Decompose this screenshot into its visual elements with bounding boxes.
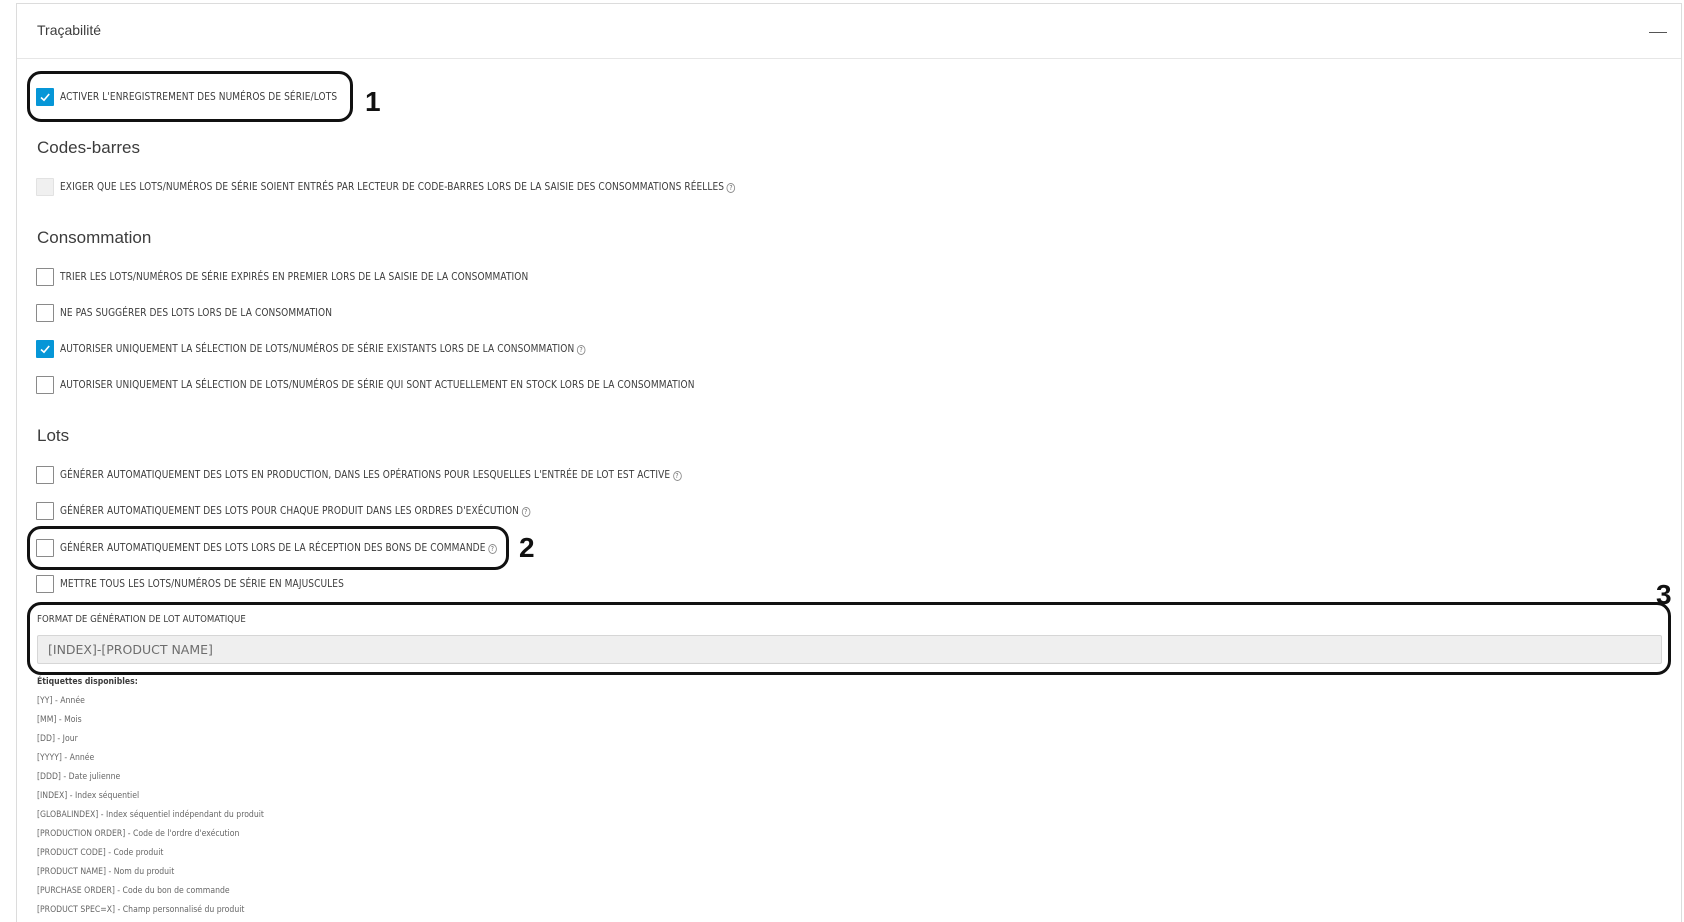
only-in-stock-checkbox[interactable]: [36, 376, 54, 394]
tags-title: Étiquettes disponibles:: [37, 677, 138, 687]
section-title-consumption: Consommation: [37, 228, 152, 247]
tag-item: [INDEX] - Index séquentiel: [37, 791, 140, 801]
traceability-panel: Traçabilité: [16, 3, 1682, 922]
check-icon: [40, 93, 50, 102]
tag-item: [DD] - Jour: [37, 734, 78, 744]
auto-per-product-row[interactable]: GÉNÉRER AUTOMATIQUEMENT DES LOTS POUR CH…: [36, 502, 607, 520]
tag-item: [PRODUCTION ORDER] - Code de l'ordre d'e…: [37, 829, 240, 839]
callout-number-1: 1: [365, 86, 381, 117]
sort-expired-checkbox[interactable]: [36, 268, 54, 286]
no-suggest-row[interactable]: NE PAS SUGGÉRER DES LOTS LORS DE LA CONS…: [36, 304, 376, 322]
uppercase-label: METTRE TOUS LES LOTS/NUMÉROS DE SÉRIE EN…: [60, 578, 344, 590]
help-icon[interactable]: ?: [521, 507, 531, 517]
help-icon[interactable]: ?: [726, 183, 736, 193]
no-suggest-label: NE PAS SUGGÉRER DES LOTS LORS DE LA CONS…: [60, 307, 333, 319]
tag-item: [DDD] - Date julienne: [37, 772, 121, 782]
check-icon: [40, 345, 50, 354]
require-scan-label: EXIGER QUE LES LOTS/NUMÉROS DE SÉRIE SOI…: [60, 181, 736, 193]
require-scan-checkbox: [36, 178, 54, 196]
enable-serials-checkbox[interactable]: [36, 88, 54, 106]
help-icon[interactable]: ?: [672, 471, 682, 481]
auto-production-checkbox[interactable]: [36, 466, 54, 484]
only-existing-checkbox[interactable]: [36, 340, 54, 358]
uppercase-checkbox[interactable]: [36, 575, 54, 593]
minus-icon[interactable]: [1649, 32, 1667, 33]
auto-per-product-label: GÉNÉRER AUTOMATIQUEMENT DES LOTS POUR CH…: [60, 505, 531, 517]
require-scan-row: EXIGER QUE LES LOTS/NUMÉROS DE SÉRIE SOI…: [36, 178, 845, 196]
section-title-lots: Lots: [37, 426, 70, 445]
only-in-stock-row[interactable]: AUTORISER UNIQUEMENT LA SÉLECTION DE LOT…: [36, 376, 798, 394]
auto-per-product-checkbox[interactable]: [36, 502, 54, 520]
no-suggest-checkbox[interactable]: [36, 304, 54, 322]
only-existing-label: AUTORISER UNIQUEMENT LA SÉLECTION DE LOT…: [60, 343, 586, 355]
panel-title: Traçabilité: [37, 22, 102, 38]
format-label: FORMAT DE GÉNÉRATION DE LOT AUTOMATIQUE: [37, 614, 246, 625]
tag-item: [GLOBALINDEX] - Index séquentiel indépen…: [37, 810, 264, 820]
tag-item: [PURCHASE ORDER] - Code du bon de comman…: [37, 886, 230, 896]
enable-serials-label: ACTIVER L'ENREGISTREMENT DES NUMÉROS DE …: [60, 91, 338, 103]
tag-item: [PRODUCT SPEC=X] - Champ personnalisé du…: [37, 905, 245, 915]
section-title-barcodes: Codes-barres: [37, 138, 140, 157]
tag-item: [YYYY] - Année: [37, 753, 95, 763]
help-icon[interactable]: ?: [576, 345, 586, 355]
tag-item: [YY] - Année: [37, 696, 85, 706]
auto-purchase-label: GÉNÉRER AUTOMATIQUEMENT DES LOTS LORS DE…: [60, 542, 497, 554]
tag-item: [PRODUCT CODE] - Code produit: [37, 848, 164, 858]
auto-purchase-checkbox[interactable]: [36, 539, 54, 557]
panel-header[interactable]: Traçabilité: [17, 4, 1681, 59]
auto-production-row[interactable]: GÉNÉRER AUTOMATIQUEMENT DES LOTS EN PROD…: [36, 466, 783, 484]
callout-number-2: 2: [519, 532, 535, 563]
lot-format-input[interactable]: [INDEX]-[PRODUCT NAME]: [37, 635, 1662, 664]
tag-item: [MM] - Mois: [37, 715, 82, 725]
only-existing-row[interactable]: AUTORISER UNIQUEMENT LA SÉLECTION DE LOT…: [36, 340, 671, 358]
uppercase-row[interactable]: METTRE TOUS LES LOTS/NUMÉROS DE SÉRIE EN…: [36, 575, 390, 593]
tag-item: [PRODUCT NAME] - Nom du produit: [37, 867, 175, 877]
sort-expired-label: TRIER LES LOTS/NUMÉROS DE SÉRIE EXPIRÉS …: [60, 271, 529, 283]
auto-purchase-row[interactable]: GÉNÉRER AUTOMATIQUEMENT DES LOTS LORS DE…: [36, 539, 568, 557]
help-icon[interactable]: ?: [488, 544, 497, 554]
only-in-stock-label: AUTORISER UNIQUEMENT LA SÉLECTION DE LOT…: [60, 379, 695, 391]
auto-production-label: GÉNÉRER AUTOMATIQUEMENT DES LOTS EN PROD…: [60, 469, 682, 481]
enable-serials-row[interactable]: ACTIVER L'ENREGISTREMENT DES NUMÉROS DE …: [36, 88, 382, 106]
callout-number-3: 3: [1656, 579, 1672, 610]
sort-expired-row[interactable]: TRIER LES LOTS/NUMÉROS DE SÉRIE EXPIRÉS …: [36, 268, 605, 286]
